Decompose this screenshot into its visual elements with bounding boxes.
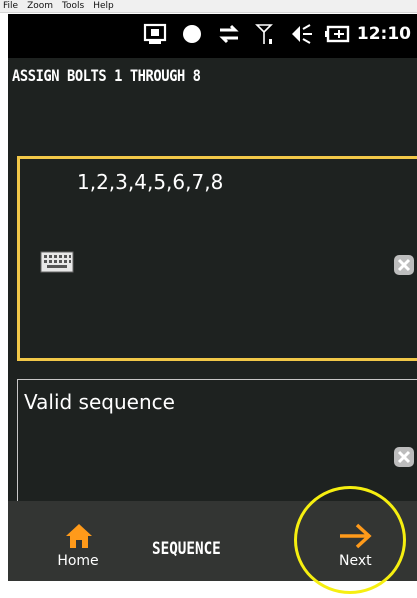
home-icon xyxy=(66,524,92,548)
battery-icon xyxy=(325,25,350,43)
screen-title: SEQUENCE xyxy=(152,539,221,559)
sequence-input[interactable]: 1,2,3,4,5,6,7,8 xyxy=(17,156,417,361)
screen-icon xyxy=(143,23,167,44)
validation-message: Valid sequence xyxy=(24,390,175,414)
sequence-input-value: 1,2,3,4,5,6,7,8 xyxy=(77,170,224,194)
menu-tools[interactable]: Tools xyxy=(62,0,84,13)
next-button[interactable]: Next xyxy=(338,523,398,577)
status-bar: 12:10 xyxy=(8,14,417,58)
keyboard-icon[interactable] xyxy=(40,251,74,273)
record-dot-icon xyxy=(183,25,201,43)
page-title: ASSIGN BOLTS 1 THROUGH 8 xyxy=(12,66,201,85)
home-button[interactable]: Home xyxy=(50,523,110,577)
home-button-label: Home xyxy=(57,553,99,569)
next-button-label: Next xyxy=(339,553,372,569)
status-clock: 12:10 xyxy=(356,24,411,44)
menu-help[interactable]: Help xyxy=(93,0,114,13)
clear-input-icon[interactable] xyxy=(393,254,415,276)
device-screen: 12:10 ASSIGN BOLTS 1 THROUGH 8 1,2,3,4,5… xyxy=(8,14,417,581)
menu-file[interactable]: File xyxy=(3,0,18,13)
clear-message-icon[interactable] xyxy=(393,446,415,468)
emulator-menu-bar: File Zoom Tools Help xyxy=(0,0,417,13)
arrow-right-icon xyxy=(340,523,372,549)
validation-message-box: Valid sequence xyxy=(17,379,417,504)
speaker-icon xyxy=(292,24,312,44)
signal-icon xyxy=(255,24,273,44)
bottom-navigation-bar: Home SEQUENCE Next xyxy=(8,501,417,581)
sync-arrows-icon xyxy=(219,24,239,44)
menu-zoom[interactable]: Zoom xyxy=(27,0,53,13)
